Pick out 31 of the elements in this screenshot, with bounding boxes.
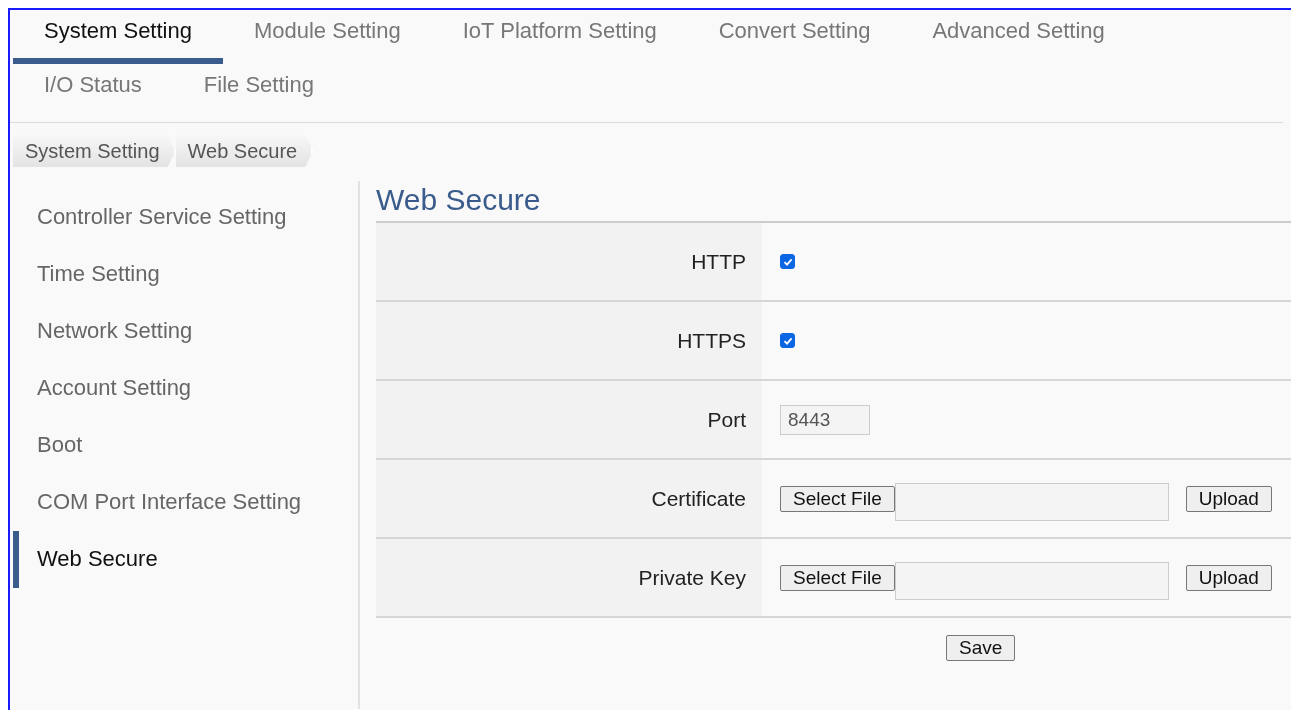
select-file-button[interactable]: Select File <box>780 564 895 591</box>
select-file-button[interactable]: Select File <box>780 485 895 512</box>
breadcrumb-item[interactable]: System Setting <box>13 135 176 167</box>
sidebar-item[interactable]: COM Port Interface Setting <box>13 474 358 531</box>
field-label: HTTP <box>691 249 746 274</box>
checkbox[interactable] <box>780 333 795 348</box>
field-label: Port <box>707 407 746 432</box>
sidebar-item[interactable]: Account Setting <box>13 360 358 417</box>
sidebar-item[interactable]: Network Setting <box>13 303 358 360</box>
nav-tab[interactable]: IoT Platform Setting <box>431 10 688 64</box>
checkbox[interactable] <box>780 254 795 269</box>
nav-tab[interactable]: Advanced Setting <box>901 10 1136 64</box>
sidebar-item[interactable]: Web Secure <box>13 531 358 588</box>
upload-button[interactable]: Upload <box>1185 564 1272 591</box>
upload-button[interactable]: Upload <box>1185 485 1272 512</box>
nav-tab[interactable]: Module Setting <box>222 10 432 64</box>
nav-tab[interactable]: Convert Setting <box>687 10 902 64</box>
nav-tab[interactable]: File Setting <box>172 64 345 114</box>
save-button[interactable]: Save <box>946 635 1016 661</box>
field-label: Private Key <box>638 565 746 590</box>
file-name-field[interactable] <box>894 482 1169 521</box>
nav-tab[interactable]: I/O Status <box>13 64 173 114</box>
sidebar-item[interactable]: Time Setting <box>13 246 358 303</box>
port-field[interactable]: 8443 <box>780 404 870 435</box>
sidebar-item[interactable]: Boot <box>13 417 358 474</box>
field-label: Certificate <box>651 486 746 511</box>
field-label: HTTPS <box>677 328 746 353</box>
sidebar-item[interactable]: Controller Service Setting <box>13 189 358 246</box>
nav-tab[interactable]: System Setting <box>13 10 223 64</box>
file-name-field[interactable] <box>894 561 1169 600</box>
breadcrumb-item[interactable]: Web Secure <box>175 135 314 167</box>
